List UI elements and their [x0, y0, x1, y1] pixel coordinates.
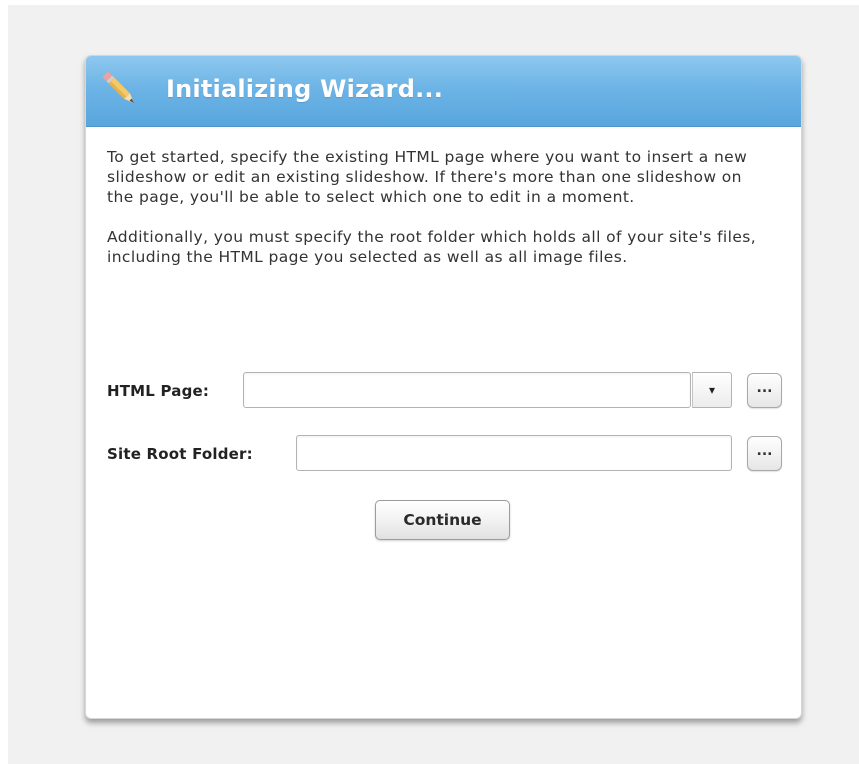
html-page-select[interactable] [243, 372, 691, 408]
wizard-dialog: Initializing Wizard... To get started, s… [85, 55, 802, 719]
site-root-folder-label: Site Root Folder: [107, 445, 253, 463]
dialog-header: Initializing Wizard... [86, 56, 801, 127]
continue-button[interactable]: Continue [375, 500, 510, 540]
site-root-folder-input[interactable] [296, 435, 732, 471]
site-root-browse-button[interactable]: ... [747, 436, 782, 471]
instructions: To get started, specify the existing HTM… [107, 147, 767, 267]
chevron-down-icon[interactable]: ▾ [692, 372, 732, 408]
dialog-title: Initializing Wizard... [166, 75, 444, 103]
html-page-label: HTML Page: [107, 382, 210, 400]
instruction-paragraph: Additionally, you must specify the root … [107, 228, 757, 266]
pencil-icon [102, 71, 135, 104]
instruction-paragraph: To get started, specify the existing HTM… [107, 148, 748, 206]
html-page-browse-button[interactable]: ... [747, 373, 782, 408]
